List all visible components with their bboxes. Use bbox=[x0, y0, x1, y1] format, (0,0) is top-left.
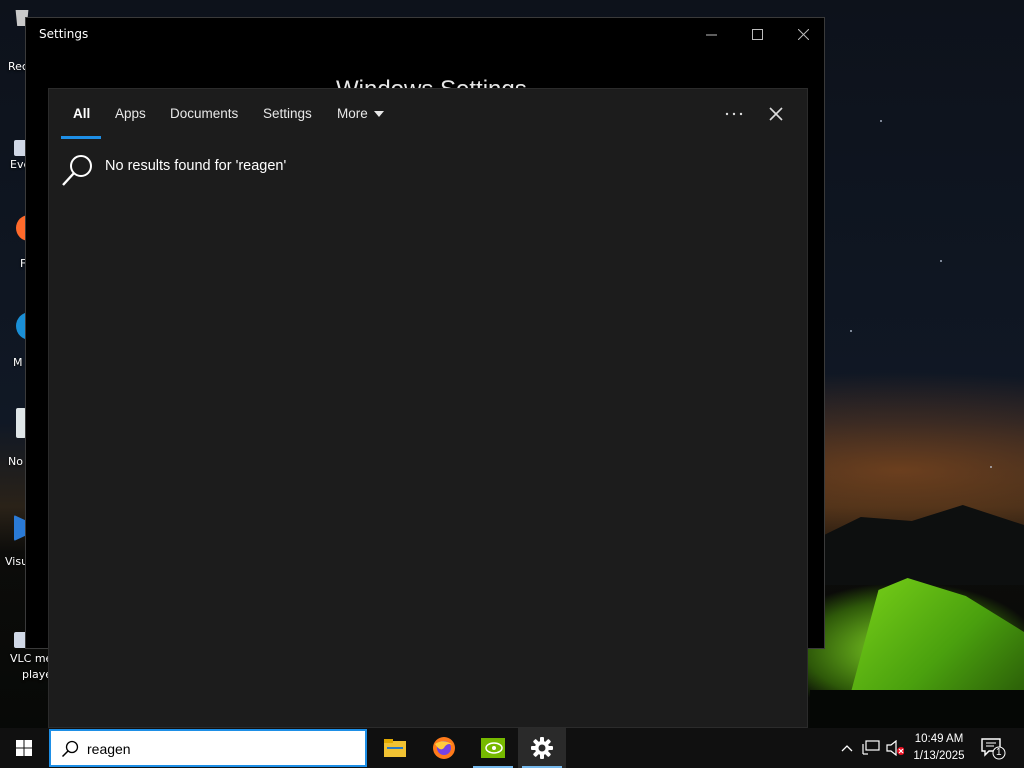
show-hidden-icons-button[interactable] bbox=[838, 738, 856, 758]
no-results-message: No results found for 'reagen' bbox=[105, 158, 287, 174]
gear-icon bbox=[531, 737, 553, 759]
tab-all[interactable]: All bbox=[73, 106, 90, 121]
taskbar-search-box[interactable] bbox=[49, 729, 367, 767]
desktop-icon-label: M bbox=[13, 356, 23, 369]
network-tray-button[interactable] bbox=[862, 738, 880, 758]
star bbox=[990, 466, 992, 468]
window-close-button[interactable] bbox=[780, 18, 826, 50]
search-tabs: All Apps Documents Settings More bbox=[49, 89, 807, 139]
speaker-muted-icon bbox=[886, 740, 904, 756]
titlebar[interactable]: Settings bbox=[26, 18, 824, 50]
tab-settings[interactable]: Settings bbox=[263, 106, 312, 121]
search-icon bbox=[61, 740, 79, 758]
taskbar-app-file-explorer[interactable] bbox=[371, 728, 419, 768]
caret-down-icon bbox=[373, 111, 384, 118]
taskbar-app-settings[interactable] bbox=[518, 728, 566, 768]
firefox-icon bbox=[433, 737, 455, 759]
chevron-up-icon bbox=[841, 745, 853, 752]
minimize-icon bbox=[705, 34, 717, 35]
options-button[interactable] bbox=[718, 101, 750, 127]
close-icon bbox=[769, 107, 783, 121]
notification-count: 1 bbox=[996, 747, 1002, 758]
clock-date: 1/13/2025 bbox=[913, 750, 965, 762]
desktop-icon-label: VLC me bbox=[10, 652, 53, 665]
desktop-icon-label: No bbox=[8, 455, 23, 468]
star bbox=[850, 330, 852, 332]
tab-more[interactable]: More bbox=[337, 106, 384, 121]
folder-icon bbox=[384, 739, 406, 757]
ellipsis-icon bbox=[725, 112, 743, 116]
notification-icon bbox=[981, 738, 1006, 760]
search-flyout[interactable]: All Apps Documents Settings More No resu… bbox=[48, 88, 808, 728]
maximize-icon bbox=[751, 28, 763, 40]
nvidia-icon bbox=[481, 738, 505, 758]
search-input[interactable] bbox=[87, 738, 347, 760]
volume-tray-button[interactable] bbox=[886, 738, 904, 758]
ground bbox=[810, 690, 1024, 730]
tab-apps[interactable]: Apps bbox=[115, 106, 146, 121]
star bbox=[940, 260, 942, 262]
active-tab-indicator bbox=[61, 136, 101, 139]
flyout-close-button[interactable] bbox=[760, 101, 792, 127]
tab-more-label: More bbox=[337, 106, 368, 121]
window-title: Settings bbox=[39, 27, 89, 41]
taskbar-app-nvidia[interactable] bbox=[469, 728, 517, 768]
action-center-button[interactable]: 1 bbox=[980, 736, 1008, 762]
search-icon bbox=[62, 155, 92, 186]
taskbar: 10:49 AM 1/13/2025 1 bbox=[0, 728, 1024, 768]
maximize-button[interactable] bbox=[734, 18, 780, 50]
taskbar-app-firefox[interactable] bbox=[420, 728, 468, 768]
start-button[interactable] bbox=[0, 728, 48, 768]
tab-documents[interactable]: Documents bbox=[170, 106, 238, 121]
clock-time: 10:49 AM bbox=[914, 733, 964, 745]
star bbox=[880, 120, 882, 122]
network-icon bbox=[862, 740, 880, 755]
windows-logo-icon bbox=[16, 740, 32, 756]
clock[interactable]: 10:49 AM 1/13/2025 bbox=[906, 731, 972, 765]
close-icon bbox=[797, 28, 809, 40]
minimize-button[interactable] bbox=[688, 18, 734, 50]
